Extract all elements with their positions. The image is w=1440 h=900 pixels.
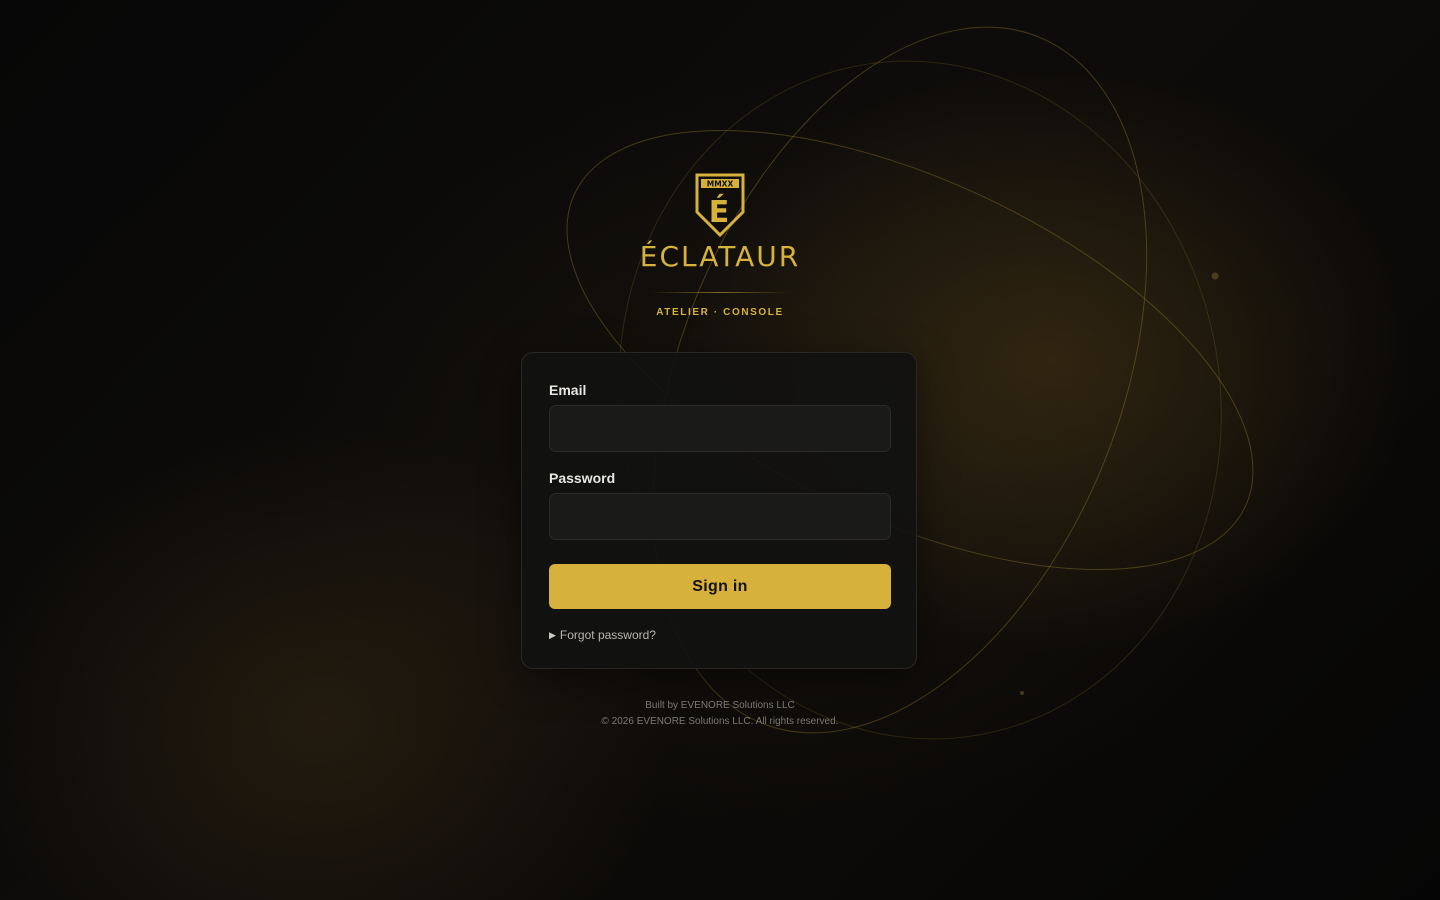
triangle-right-icon: ▶ bbox=[549, 629, 556, 640]
orbit-dot bbox=[1020, 691, 1024, 695]
password-field[interactable] bbox=[549, 493, 891, 540]
email-label: Email bbox=[549, 382, 587, 398]
crest-logo-icon: MMXX É bbox=[695, 173, 745, 238]
password-label: Password bbox=[549, 470, 616, 486]
crest-letter: É bbox=[709, 194, 730, 230]
email-field[interactable] bbox=[549, 405, 891, 452]
footer-copyright: © 2026 EVENORE Solutions LLC. All rights… bbox=[601, 716, 839, 727]
footer-built-by: Built by EVENORE Solutions LLC bbox=[645, 700, 795, 711]
forgot-password-toggle[interactable]: ▶ Forgot password? bbox=[549, 628, 656, 642]
brand-tagline: ATELIER · CONSOLE bbox=[656, 307, 784, 318]
forgot-password-label: Forgot password? bbox=[559, 628, 656, 642]
login-page: MMXX É ÉCLATAUR ATELIER · CONSOLE Email … bbox=[0, 0, 1440, 900]
crest-text: MMXX bbox=[707, 180, 734, 189]
orbit-dot bbox=[1211, 272, 1219, 280]
login-card: Email Password Sign in ▶ Forgot password… bbox=[521, 352, 917, 669]
brand-block: MMXX É ÉCLATAUR ATELIER · CONSOLE bbox=[620, 172, 820, 318]
sign-in-button[interactable]: Sign in bbox=[549, 564, 891, 609]
brand-divider bbox=[650, 292, 790, 293]
brand-wordmark: ÉCLATAUR bbox=[639, 240, 801, 273]
page-footer: Built by EVENORE Solutions LLC © 2026 EV… bbox=[520, 698, 920, 730]
